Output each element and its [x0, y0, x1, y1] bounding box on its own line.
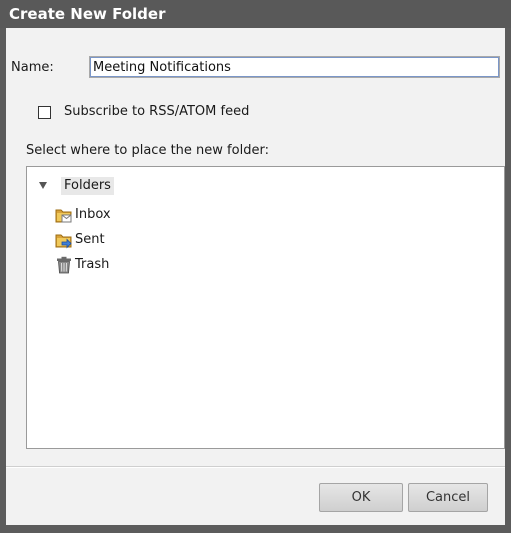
tree-item-label[interactable]: Trash — [75, 256, 109, 274]
tree-root-label[interactable]: Folders — [61, 177, 114, 195]
tree-item-label[interactable]: Sent — [75, 231, 105, 249]
triangle-down-icon[interactable] — [39, 182, 47, 189]
inbox-folder-icon — [55, 209, 72, 223]
ok-button[interactable]: OK — [319, 483, 403, 512]
tree-item-label[interactable]: Inbox — [75, 206, 111, 224]
rss-subscribe-checkbox[interactable] — [38, 106, 51, 119]
create-folder-dialog: Create New Folder Name: Subscribe to RSS… — [0, 0, 511, 533]
folder-tree[interactable]: Folders Inbox Sent Trash — [26, 166, 505, 449]
folder-name-input[interactable] — [89, 56, 500, 78]
name-row: Name: — [11, 56, 500, 78]
trash-icon — [57, 256, 71, 274]
sent-folder-icon — [55, 234, 72, 249]
location-label: Select where to place the new folder: — [26, 143, 269, 158]
dialog-title[interactable]: Create New Folder — [0, 0, 511, 28]
dialog-body: Name: Subscribe to RSS/ATOM feed Select … — [6, 28, 505, 525]
cancel-button[interactable]: Cancel — [408, 483, 488, 512]
footer-divider-highlight — [6, 467, 505, 468]
rss-subscribe-label[interactable]: Subscribe to RSS/ATOM feed — [64, 104, 249, 119]
name-label: Name: — [11, 60, 54, 75]
